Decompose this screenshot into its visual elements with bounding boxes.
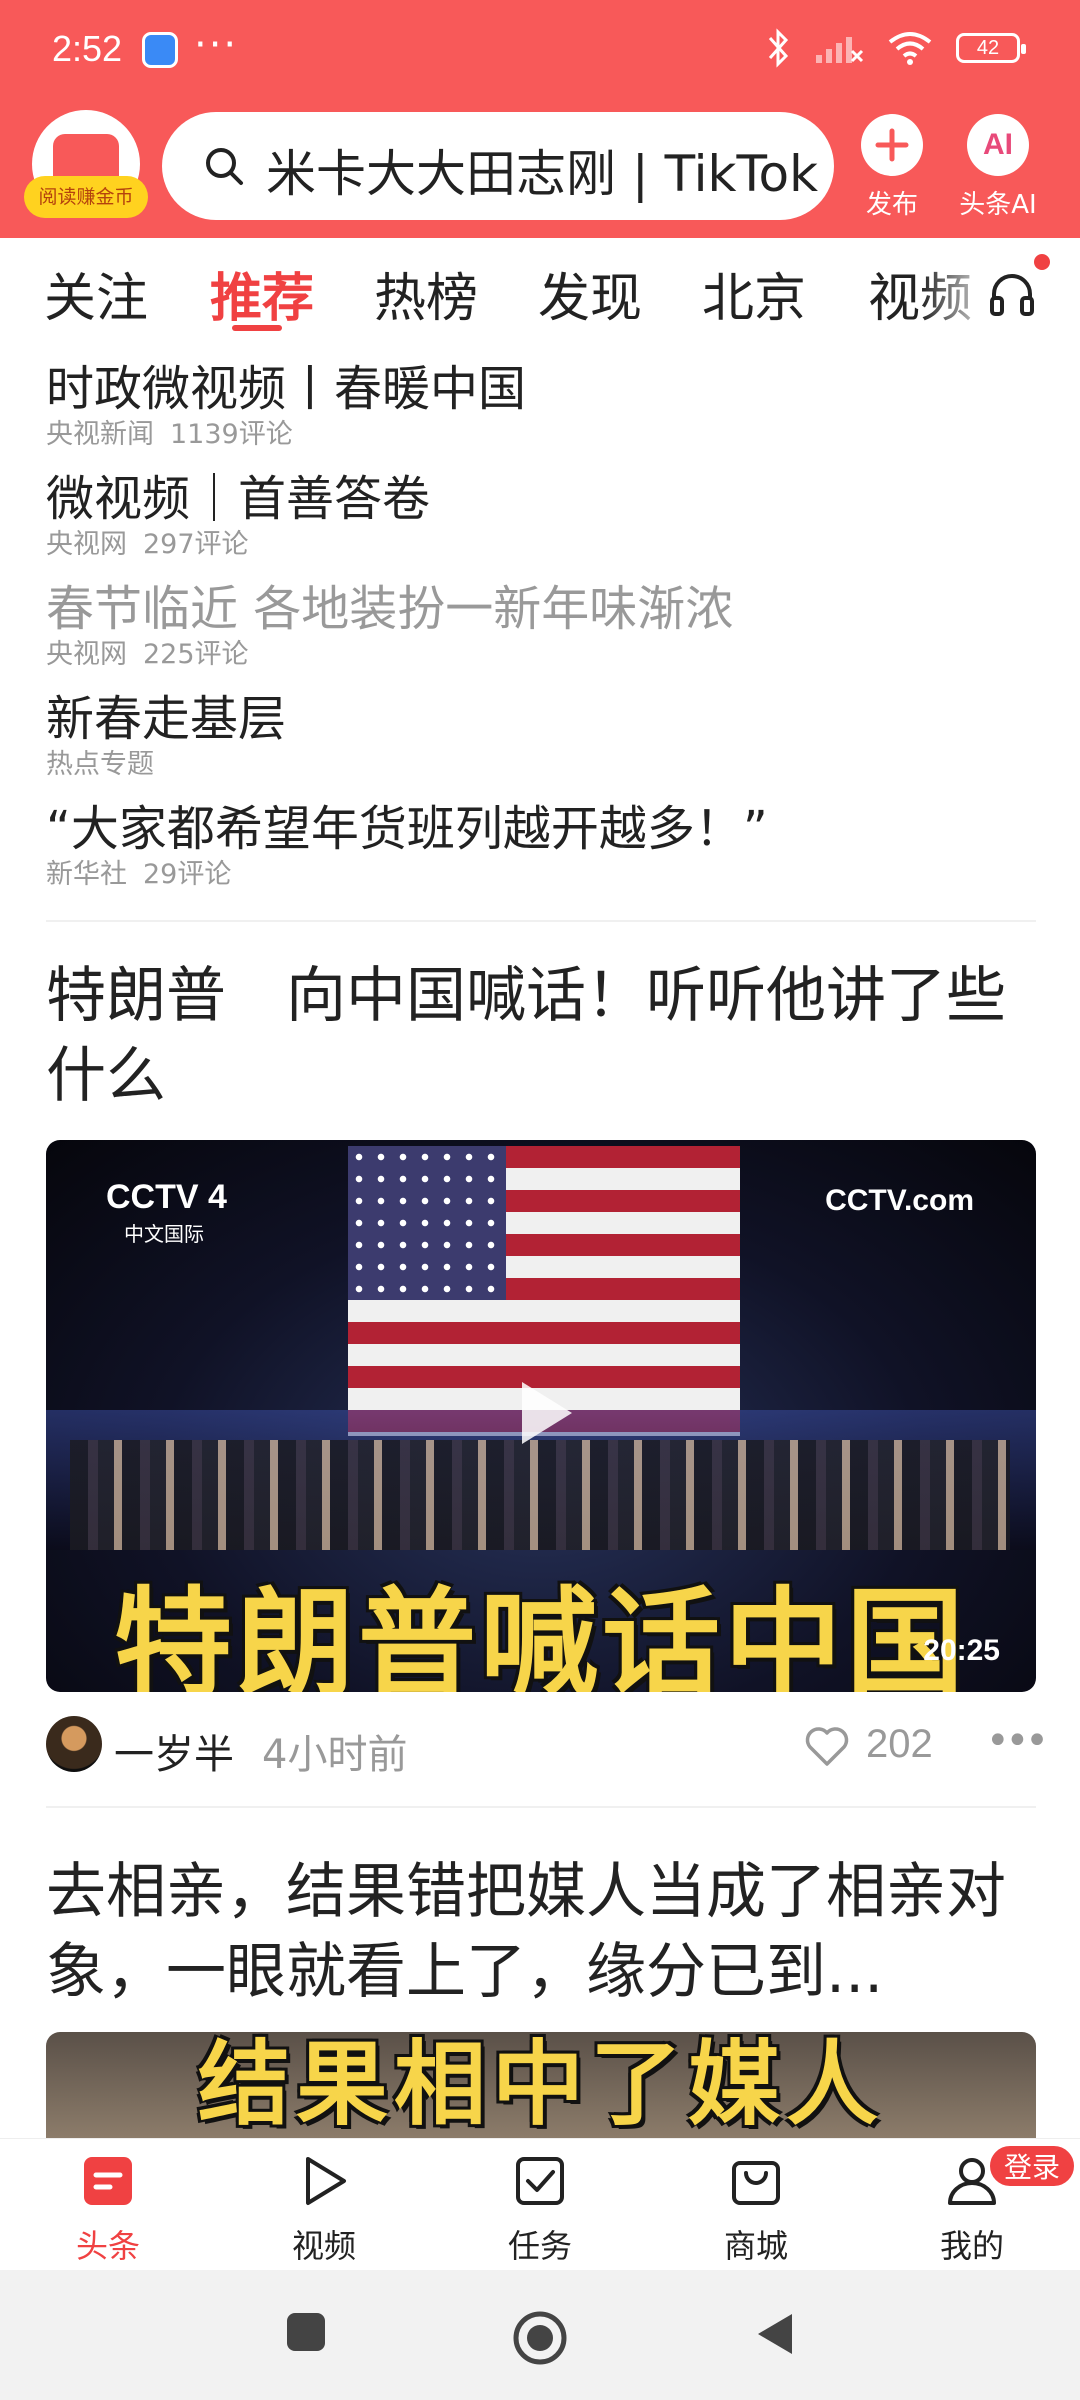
battery-indicator: 42 [956, 33, 1026, 63]
signal-icon [816, 37, 864, 63]
news-meta: 央视网 297评论 [46, 529, 249, 560]
like-count: 202 [866, 1722, 933, 1766]
more-notifications-icon: ··· [194, 22, 239, 68]
publish-button[interactable]: 发布 [844, 114, 940, 221]
read-earn-badge: 阅读赚金币 [24, 176, 148, 218]
news-meta: 新华社 29评论 [46, 859, 232, 890]
video-thumbnail[interactable]: CCTV 4 中文国际 CCTV.com 特朗普喊话中国 20:25 [46, 1140, 1036, 1692]
audio-headphone-button[interactable] [984, 266, 1040, 322]
task-check-icon [516, 2157, 564, 2205]
divider [46, 1806, 1036, 1808]
plus-icon [861, 114, 923, 176]
recents-button-icon[interactable] [284, 2310, 328, 2354]
home-button-icon[interactable] [512, 2310, 568, 2366]
status-bar: 2:52 ··· 42 [0, 0, 1080, 100]
shopping-bag-icon [732, 2161, 780, 2205]
video-duration: 20:25 [923, 1634, 1000, 1667]
article-title[interactable]: 去相亲，结果错把媒人当成了相亲对象，一眼就看上了，缘分已到... [46, 1852, 1036, 2012]
list-item[interactable]: 新春走基层 热点专题 [46, 690, 1036, 800]
video-thumbnail[interactable]: 结果相中了媒人 [46, 2032, 1036, 2138]
ai-icon-glyph: AI [983, 128, 1013, 161]
status-time: 2:52 [52, 28, 123, 69]
bottom-tab-label: 视频 [291, 2227, 356, 2265]
bottom-tab-label: 我的 [939, 2227, 1004, 2265]
new-notice-dot [1034, 254, 1050, 270]
watermark-logo: CCTV.com [825, 1184, 974, 1217]
news-meta: 央视网 225评论 [46, 639, 249, 670]
tab-follow[interactable]: 关注 [44, 256, 148, 331]
list-item[interactable]: 时政微视频丨春暖中国 央视新闻 1139评论 [46, 360, 1036, 470]
video-caption: 结果相中了媒人 [197, 2032, 884, 2138]
active-tab-indicator [232, 325, 282, 331]
tab-discover[interactable]: 发现 [538, 256, 642, 331]
top-news-list: 时政微视频丨春暖中国 央视新闻 1139评论 微视频｜首善答卷 央视网 297评论 … [46, 360, 1036, 910]
bottom-tab-label: 头条 [75, 2227, 140, 2265]
headline-icon [84, 2157, 132, 2205]
headphone-icon [990, 274, 1034, 316]
bottom-tab-video[interactable]: 视频 [254, 2153, 394, 2267]
channel-tabs: 关注 推荐 热榜 发现 北京 视频 [0, 238, 1080, 338]
search-suggestion-text: 米卡大大田志刚 | TikTok [266, 145, 819, 203]
wifi-icon [888, 32, 932, 65]
login-badge[interactable]: 登录 [988, 2144, 1076, 2188]
news-meta: 热点专题 [46, 749, 154, 780]
tab-beijing[interactable]: 北京 [702, 256, 806, 331]
bottom-tab-headline[interactable]: 头条 [38, 2153, 178, 2267]
author-name[interactable]: 一岁半 [114, 1722, 234, 1780]
publish-label: 发布 [865, 190, 918, 220]
bottom-tab-mall[interactable]: 商城 [686, 2153, 826, 2267]
notification-app-icon [142, 32, 178, 68]
list-item[interactable]: 微视频｜首善答卷 央视网 297评论 [46, 470, 1036, 580]
more-options-icon[interactable]: ••• [986, 1718, 1049, 1764]
channel-logo: CCTV 4 [106, 1178, 227, 1216]
channel-sub: 中文国际 [124, 1222, 204, 1246]
news-title: “大家都希望年货班列越开越多！” [46, 801, 768, 857]
news-title: 微视频｜首善答卷 [46, 471, 431, 527]
system-navigation-bar [0, 2270, 1080, 2400]
bottom-tab-label: 商城 [723, 2227, 788, 2265]
play-icon[interactable] [516, 1378, 576, 1448]
back-button-icon[interactable] [752, 2310, 796, 2358]
top-header: 2:52 ··· 42 阅读赚金币 米卡大大田志刚 | TikTok 发布 AI… [0, 0, 1080, 238]
list-item[interactable]: 春节临近 各地装扮一新年味渐浓 央视网 225评论 [46, 580, 1036, 690]
news-title: 新春走基层 [46, 691, 287, 747]
list-item[interactable]: “大家都希望年货班列越开越多！” 新华社 29评论 [46, 800, 1036, 910]
divider [46, 920, 1036, 922]
tab-hot-list[interactable]: 热榜 [374, 256, 478, 331]
news-title: 时政微视频丨春暖中国 [46, 361, 527, 417]
search-input[interactable]: 米卡大大田志刚 | TikTok [162, 112, 834, 220]
bluetooth-icon [768, 28, 789, 68]
video-caption: 特朗普喊话中国 [113, 1575, 968, 1692]
bottom-tab-label: 任务 [507, 2227, 572, 2265]
heart-icon[interactable] [804, 1724, 850, 1768]
bottom-tab-bar: 头条 视频 任务 商城 我的 [0, 2138, 1080, 2270]
status-icons: 42 [766, 28, 1026, 68]
ai-icon: AI [967, 114, 1029, 176]
video-play-icon [306, 2157, 346, 2205]
tab-recommend[interactable]: 推荐 [210, 256, 314, 331]
avatar[interactable] [46, 1716, 102, 1772]
search-icon [206, 148, 243, 185]
news-title: 春节临近 各地装扮一新年味渐浓 [46, 581, 734, 637]
article-title[interactable]: 特朗普 向中国喊话！听听他讲了些什么 [46, 956, 1036, 1116]
gold-coin-entry[interactable]: 阅读赚金币 [24, 110, 148, 222]
crowd-image [70, 1440, 1010, 1550]
ai-label: 头条AI [959, 190, 1037, 220]
news-meta: 央视新闻 1139评论 [46, 419, 293, 450]
post-time: 4小时前 [262, 1732, 408, 1778]
bottom-tab-task[interactable]: 任务 [470, 2153, 610, 2267]
article-footer: 一岁半 4小时前 202 ••• [46, 1716, 1049, 1778]
toutiao-ai-button[interactable]: AI 头条AI [950, 114, 1046, 221]
